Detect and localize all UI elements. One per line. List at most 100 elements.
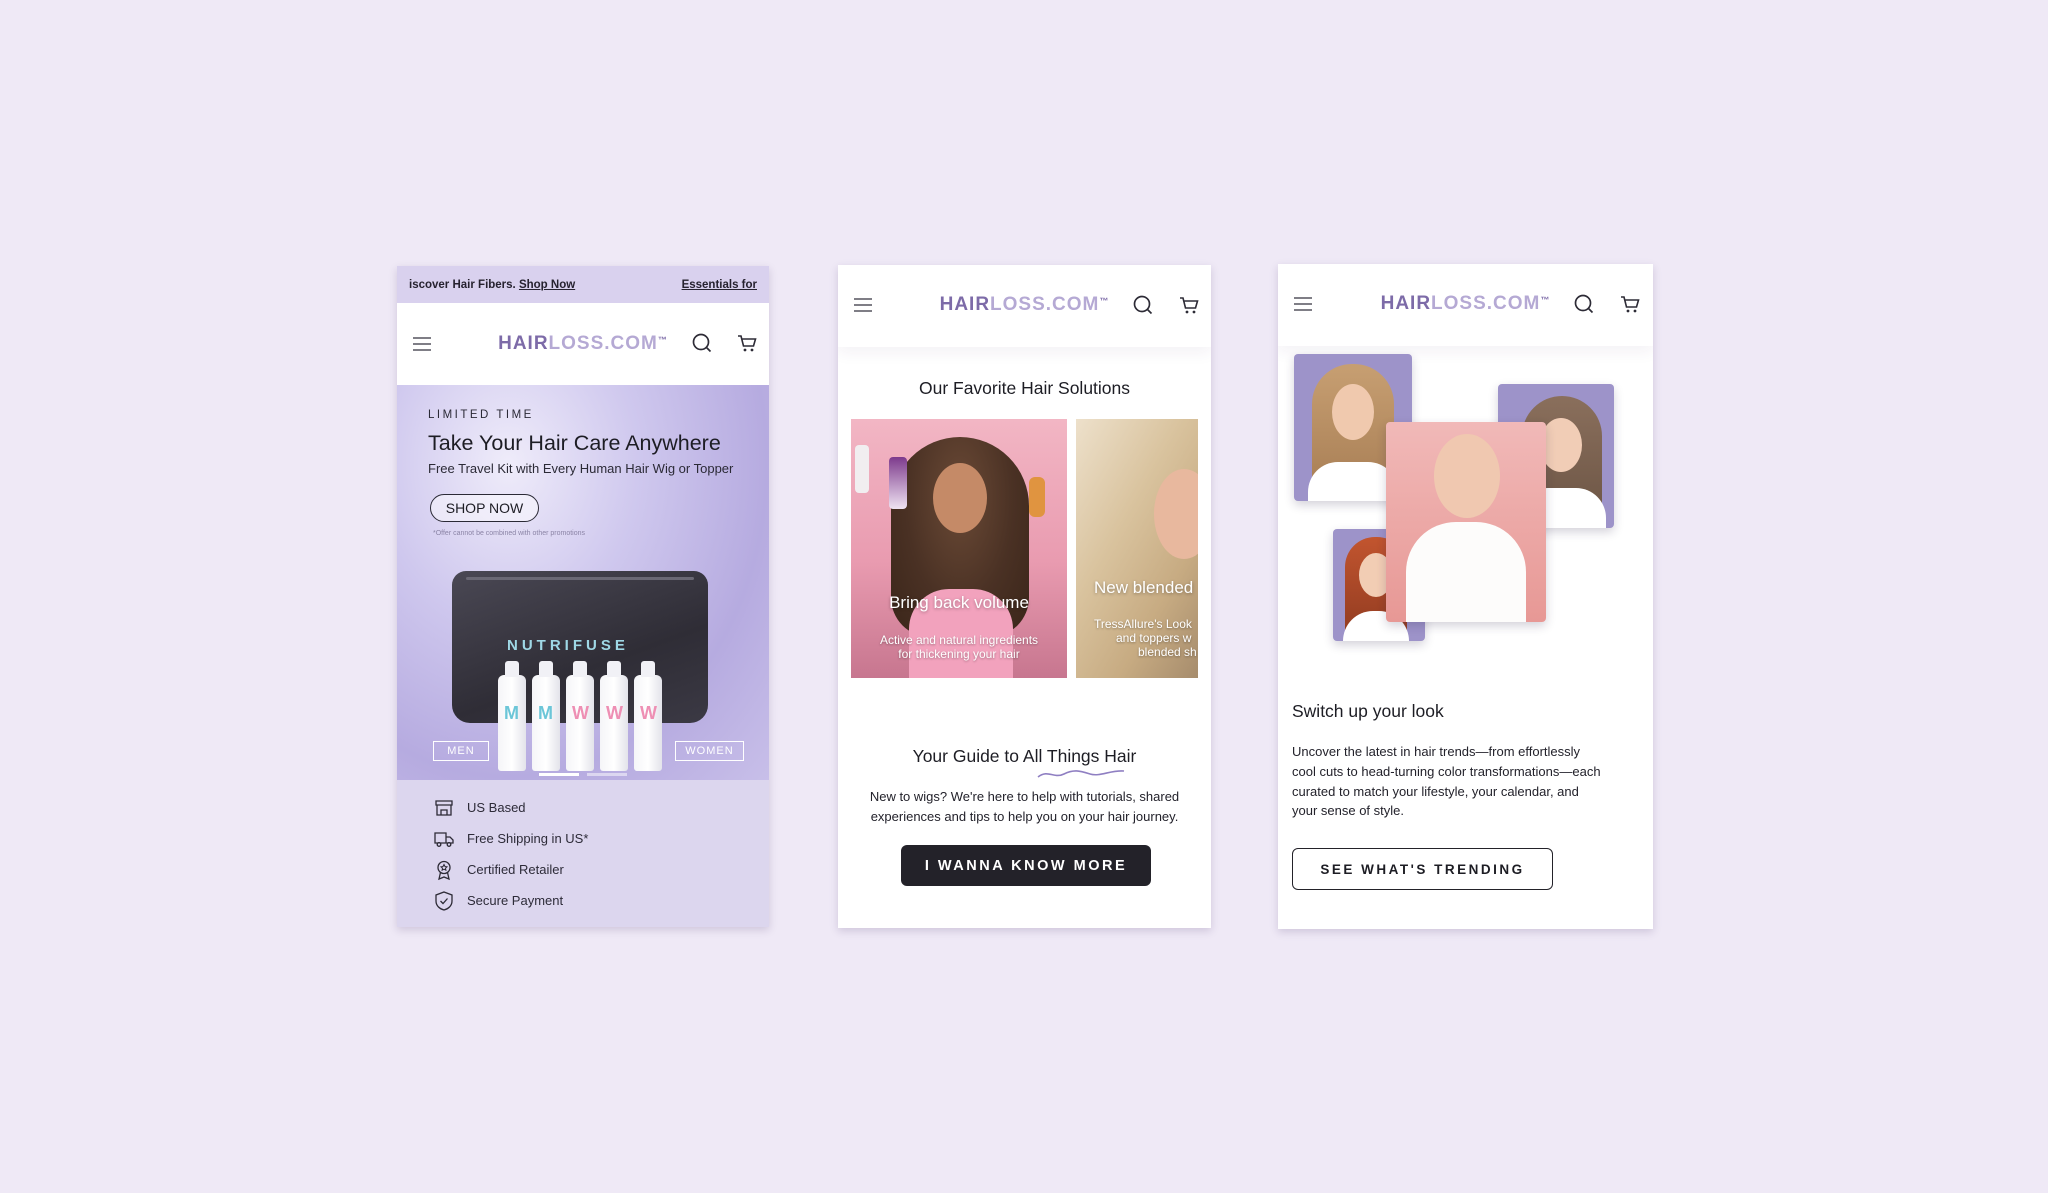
solutions-carousel[interactable]: Bring back volume Active and natural ing…	[851, 419, 1198, 678]
hero-eyebrow: LIMITED TIME	[428, 409, 534, 421]
mobile-screen-trends: HAIRLOSS.COM™ Switch up your look Uncove…	[1278, 264, 1653, 929]
model-top	[1406, 522, 1526, 622]
bottle-logo: W	[572, 703, 589, 723]
bottle-logo: M	[504, 703, 519, 723]
bottle-logo: W	[640, 703, 657, 723]
guide-text: New to wigs? We're here to help with tut…	[869, 789, 1180, 804]
product-bottle: W	[600, 661, 628, 771]
description-line: cool cuts to head-turning color transfor…	[1292, 763, 1601, 779]
feature-label: Secure Payment	[467, 893, 564, 908]
see-trending-button[interactable]: SEE WHAT'S TRENDING	[1292, 848, 1553, 890]
search-icon[interactable]	[1130, 292, 1156, 318]
carousel-dot[interactable]	[587, 773, 627, 776]
logo-light-text: LOSS.COM	[990, 294, 1100, 315]
feature-label: Certified Retailer	[467, 862, 564, 877]
carousel-indicators	[397, 773, 769, 776]
logo-dark-text: HAIR	[939, 294, 991, 315]
hero-disclaimer: *Offer cannot be combined with other pro…	[433, 530, 586, 537]
product-bottle: M	[498, 661, 526, 771]
announcement-message: iscover Hair Fibers. Shop Now	[409, 279, 575, 291]
section-description: Uncover the latest in hair trends—from e…	[1292, 742, 1642, 821]
men-tag[interactable]: MEN	[433, 741, 489, 761]
shield-icon	[433, 890, 455, 912]
description-line: Uncover the latest in hair trends—from e…	[1292, 744, 1581, 759]
logo-dark-text: HAIR	[1380, 293, 1432, 314]
feature-label: Free Shipping in US*	[467, 831, 589, 846]
slide-text: Active and natural ingredients	[879, 633, 1039, 647]
slide-new-blended[interactable]: New blended TressAllure's Look and toppe…	[1076, 419, 1198, 678]
product-bottle: W	[566, 661, 594, 771]
slide-text: for thickening your hair	[898, 647, 1020, 661]
product-bottle: M	[532, 661, 560, 771]
model-head	[1434, 434, 1500, 518]
model-photo-bald	[1386, 422, 1546, 622]
logo-trademark: ™	[1540, 295, 1551, 305]
hairstyle-collage	[1278, 346, 1653, 676]
feature-label: US Based	[467, 800, 526, 815]
feature-secure-payment: Secure Payment	[397, 885, 769, 916]
slide-bring-back-volume[interactable]: Bring back volume Active and natural ing…	[851, 419, 1067, 678]
site-header: HAIRLOSS.COM™	[838, 265, 1211, 347]
description-line: curated to match your lifestyle, your ca…	[1292, 783, 1579, 799]
hero-title: Take Your Hair Care Anywhere	[428, 431, 721, 455]
announcement-essentials-link[interactable]: Essentials for	[682, 279, 757, 291]
store-icon	[433, 797, 455, 819]
description-line: your sense of style.	[1292, 803, 1404, 819]
section-title: Our Favorite Hair Solutions	[918, 378, 1131, 398]
guide-text: experiences and tips to help you on your…	[870, 808, 1179, 824]
feature-free-shipping: Free Shipping in US*	[397, 823, 769, 854]
spray-bottle	[855, 445, 869, 493]
announcement-bar: iscover Hair Fibers. Shop Now Essentials…	[397, 266, 769, 303]
slide-heading: Bring back volume	[889, 593, 1029, 612]
hero-banner[interactable]: LIMITED TIME Take Your Hair Care Anywher…	[397, 385, 769, 780]
model-face	[1540, 418, 1582, 472]
squiggle-underline	[1037, 770, 1125, 778]
model-face	[933, 463, 987, 533]
slide-text: TressAllure's Look	[1094, 617, 1192, 631]
mobile-screen-home: iscover Hair Fibers. Shop Now Essentials…	[397, 266, 769, 927]
pouch-zipper	[466, 577, 694, 580]
feature-certified-retailer: Certified Retailer	[397, 854, 769, 885]
bottle-cap	[607, 661, 621, 677]
women-tag[interactable]: WOMEN	[675, 741, 744, 761]
cart-icon[interactable]	[1176, 292, 1202, 318]
search-icon[interactable]	[689, 330, 715, 356]
know-more-button[interactable]: I WANNA KNOW MORE	[901, 845, 1151, 886]
trust-features-list: US Based Free Shipping in US* Certified …	[397, 780, 769, 927]
bottle-logo: M	[538, 703, 553, 723]
logo-light-text: LOSS.COM	[1431, 293, 1541, 314]
slide-text: and toppers w	[1116, 631, 1192, 645]
slide-heading: New blended	[1094, 578, 1194, 597]
search-icon[interactable]	[1571, 291, 1597, 317]
shop-now-button[interactable]: SHOP NOW	[430, 494, 539, 522]
cart-icon[interactable]	[734, 330, 760, 356]
site-header: HAIRLOSS.COM™	[397, 303, 769, 385]
guide-description: New to wigs? We're here to help with tut…	[852, 787, 1197, 826]
truck-icon	[433, 828, 455, 850]
product-box	[889, 457, 907, 509]
hero-subtitle: Free Travel Kit with Every Human Hair Wi…	[428, 461, 734, 476]
guide-title: Your Guide to All Things Hair	[838, 746, 1211, 778]
model-top	[1308, 462, 1398, 501]
announcement-text: iscover Hair Fibers.	[409, 278, 516, 291]
mobile-screen-solutions: HAIRLOSS.COM™ Our Favorite Hair Solution…	[838, 265, 1211, 928]
serum-bottle	[1029, 477, 1045, 517]
bottle-cap	[641, 661, 655, 677]
bottle-logo: W	[606, 703, 623, 723]
section-title: Switch up your look	[1292, 701, 1444, 721]
slide-text: blended sh	[1138, 645, 1197, 659]
bottle-cap	[539, 661, 553, 677]
cart-icon[interactable]	[1617, 291, 1643, 317]
logo-dark-text: HAIR	[498, 333, 549, 354]
carousel-dot[interactable]	[539, 773, 579, 776]
announcement-shop-now-link[interactable]: Shop Now	[519, 279, 575, 291]
award-icon	[433, 859, 455, 881]
product-brand-label: NUTRIFUSE	[507, 637, 629, 654]
product-bottle: W	[634, 661, 662, 771]
logo-trademark: ™	[1099, 296, 1110, 306]
logo-trademark: ™	[657, 335, 668, 345]
logo-light-text: LOSS.COM	[548, 333, 658, 354]
bottle-cap	[573, 661, 587, 677]
feature-us-based: US Based	[397, 792, 769, 823]
model-face	[1332, 384, 1374, 440]
